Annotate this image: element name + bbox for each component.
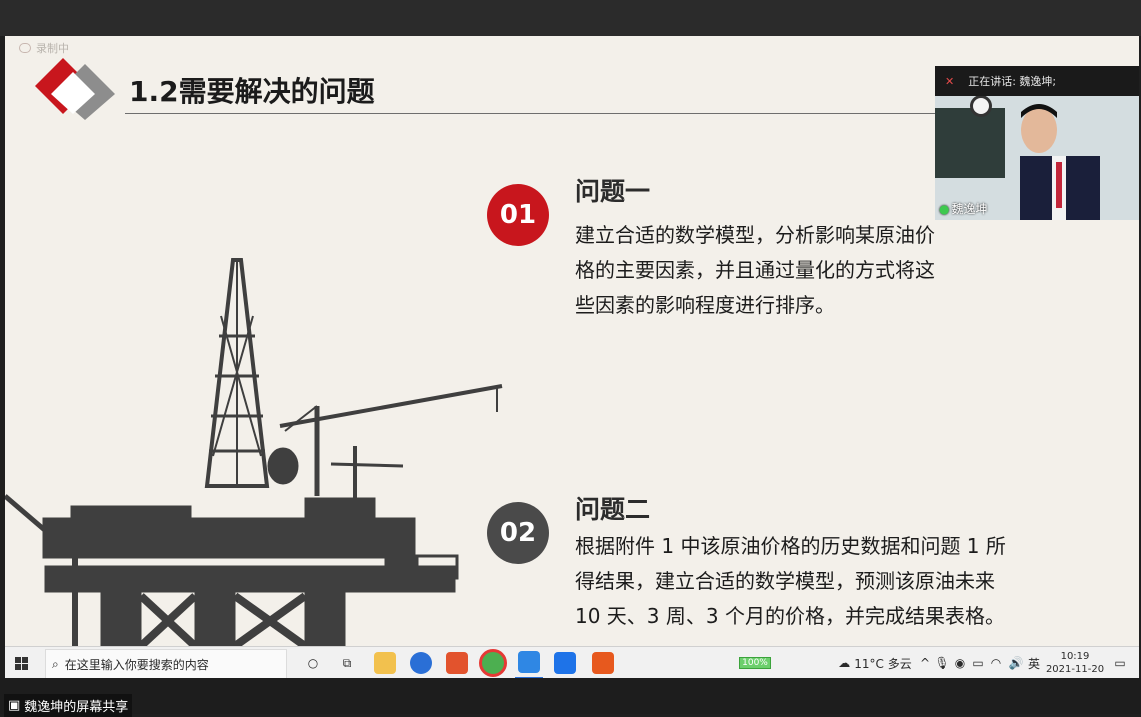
cortana-icon[interactable]: ○ <box>301 647 325 679</box>
question-1-line: 建立合适的数学模型，分析影响某原油价 <box>575 223 935 247</box>
mic-muted-icon: ✕ <box>945 74 955 88</box>
weather-text: 11°C 多云 <box>854 656 912 671</box>
slide-logo <box>35 58 115 120</box>
speaker-video-tile[interactable]: ✕ 正在讲话: 魏逸坤; ● 魏逸坤 <box>935 66 1139 220</box>
screen-share-bar: ▣ 魏逸坤的屏幕共享 <box>0 678 1141 717</box>
share-owner-text: 魏逸坤的屏幕共享 <box>24 700 129 715</box>
cloud-icon: ☁ <box>838 656 851 670</box>
lync-icon[interactable] <box>407 647 435 679</box>
microphone-icon[interactable]: 🎙 <box>934 647 949 679</box>
network-icon[interactable]: ▭ <box>971 647 985 679</box>
recording-label: 录制中 <box>36 42 69 55</box>
input-method-indicator[interactable]: 英 <box>1027 647 1041 679</box>
vpn-icon[interactable]: ◉ <box>953 647 967 679</box>
windows-taskbar: ⌕ 在这里输入你要搜索的内容 ○ ⧉ 100% ☁ 11°C 多云 ^ 🎙 ◉ … <box>5 646 1139 679</box>
show-hidden-icons-chevron-icon[interactable]: ^ <box>919 647 931 679</box>
task-view-icon[interactable]: ⧉ <box>335 647 359 679</box>
meeting-top-bar <box>0 0 1141 36</box>
tencent-meeting-icon[interactable] <box>551 647 579 679</box>
slide-title: 1.2需要解决的问题 <box>129 75 375 108</box>
question-1-line: 些因素的影响程度进行排序。 <box>575 293 835 317</box>
search-placeholder: 在这里输入你要搜索的内容 <box>64 657 209 672</box>
wps-icon[interactable] <box>515 647 543 679</box>
clock-date: 2021-11-20 <box>1045 664 1105 675</box>
question-1-heading: 问题一 <box>575 177 651 206</box>
question-2-text: 根据附件 1 中该原油价格的历史数据和问题 1 所 得结果，建立合适的数学模型，… <box>575 529 1095 634</box>
question-1-text: 建立合适的数学模型，分析影响某原油价 格的主要因素，并且通过量化的方式将这 些因… <box>575 218 1075 323</box>
participant-name-tag: ● 魏逸坤 <box>939 200 988 217</box>
participant-name: 魏逸坤 <box>951 202 988 216</box>
weather-widget[interactable]: ☁ 11°C 多云 <box>837 647 913 679</box>
speaker-status-bar: ✕ 正在讲话: 魏逸坤; <box>935 66 1139 96</box>
presentation-app-icon[interactable] <box>589 647 617 679</box>
cloud-record-icon <box>19 43 31 53</box>
notification-center-icon[interactable]: ▭ <box>1109 647 1131 679</box>
question-1-badge: 01 <box>487 184 549 246</box>
battery-indicator[interactable]: 100% <box>735 647 775 679</box>
system-clock[interactable]: 10:19 2021-11-20 <box>1045 647 1105 679</box>
question-2-line: 根据附件 1 中该原油价格的历史数据和问题 1 所 <box>575 534 1006 558</box>
wifi-icon[interactable]: ◠ <box>989 647 1003 679</box>
clock-time: 10:19 <box>1060 651 1090 662</box>
question-1-line: 格的主要因素，并且通过量化的方式将这 <box>575 258 935 282</box>
battery-level: 100% <box>739 657 771 669</box>
windows-start-icon[interactable] <box>11 647 31 679</box>
file-explorer-icon[interactable] <box>371 647 399 679</box>
question-2-line: 得结果，建立合适的数学模型，预测该原油未来 <box>575 569 995 593</box>
taskbar-search-box[interactable]: ⌕ 在这里输入你要搜索的内容 <box>45 649 287 679</box>
mic-icon: ● <box>939 201 950 216</box>
screen-share-icon: ▣ <box>8 698 21 713</box>
question-2-line: 10 天、3 周、3 个月的价格，并完成结果表格。 <box>575 604 1005 628</box>
volume-icon[interactable]: 🔊 <box>1007 647 1025 679</box>
office-icon[interactable] <box>443 647 471 679</box>
speaking-label: 正在讲话: 魏逸坤; <box>968 75 1057 88</box>
search-icon: ⌕ <box>52 656 59 671</box>
question-2-heading: 问题二 <box>575 495 651 524</box>
oil-rig-illustration <box>5 258 503 646</box>
recording-indicator: 录制中 <box>19 40 69 56</box>
title-divider <box>125 113 940 114</box>
chrome-icon[interactable] <box>479 647 507 679</box>
